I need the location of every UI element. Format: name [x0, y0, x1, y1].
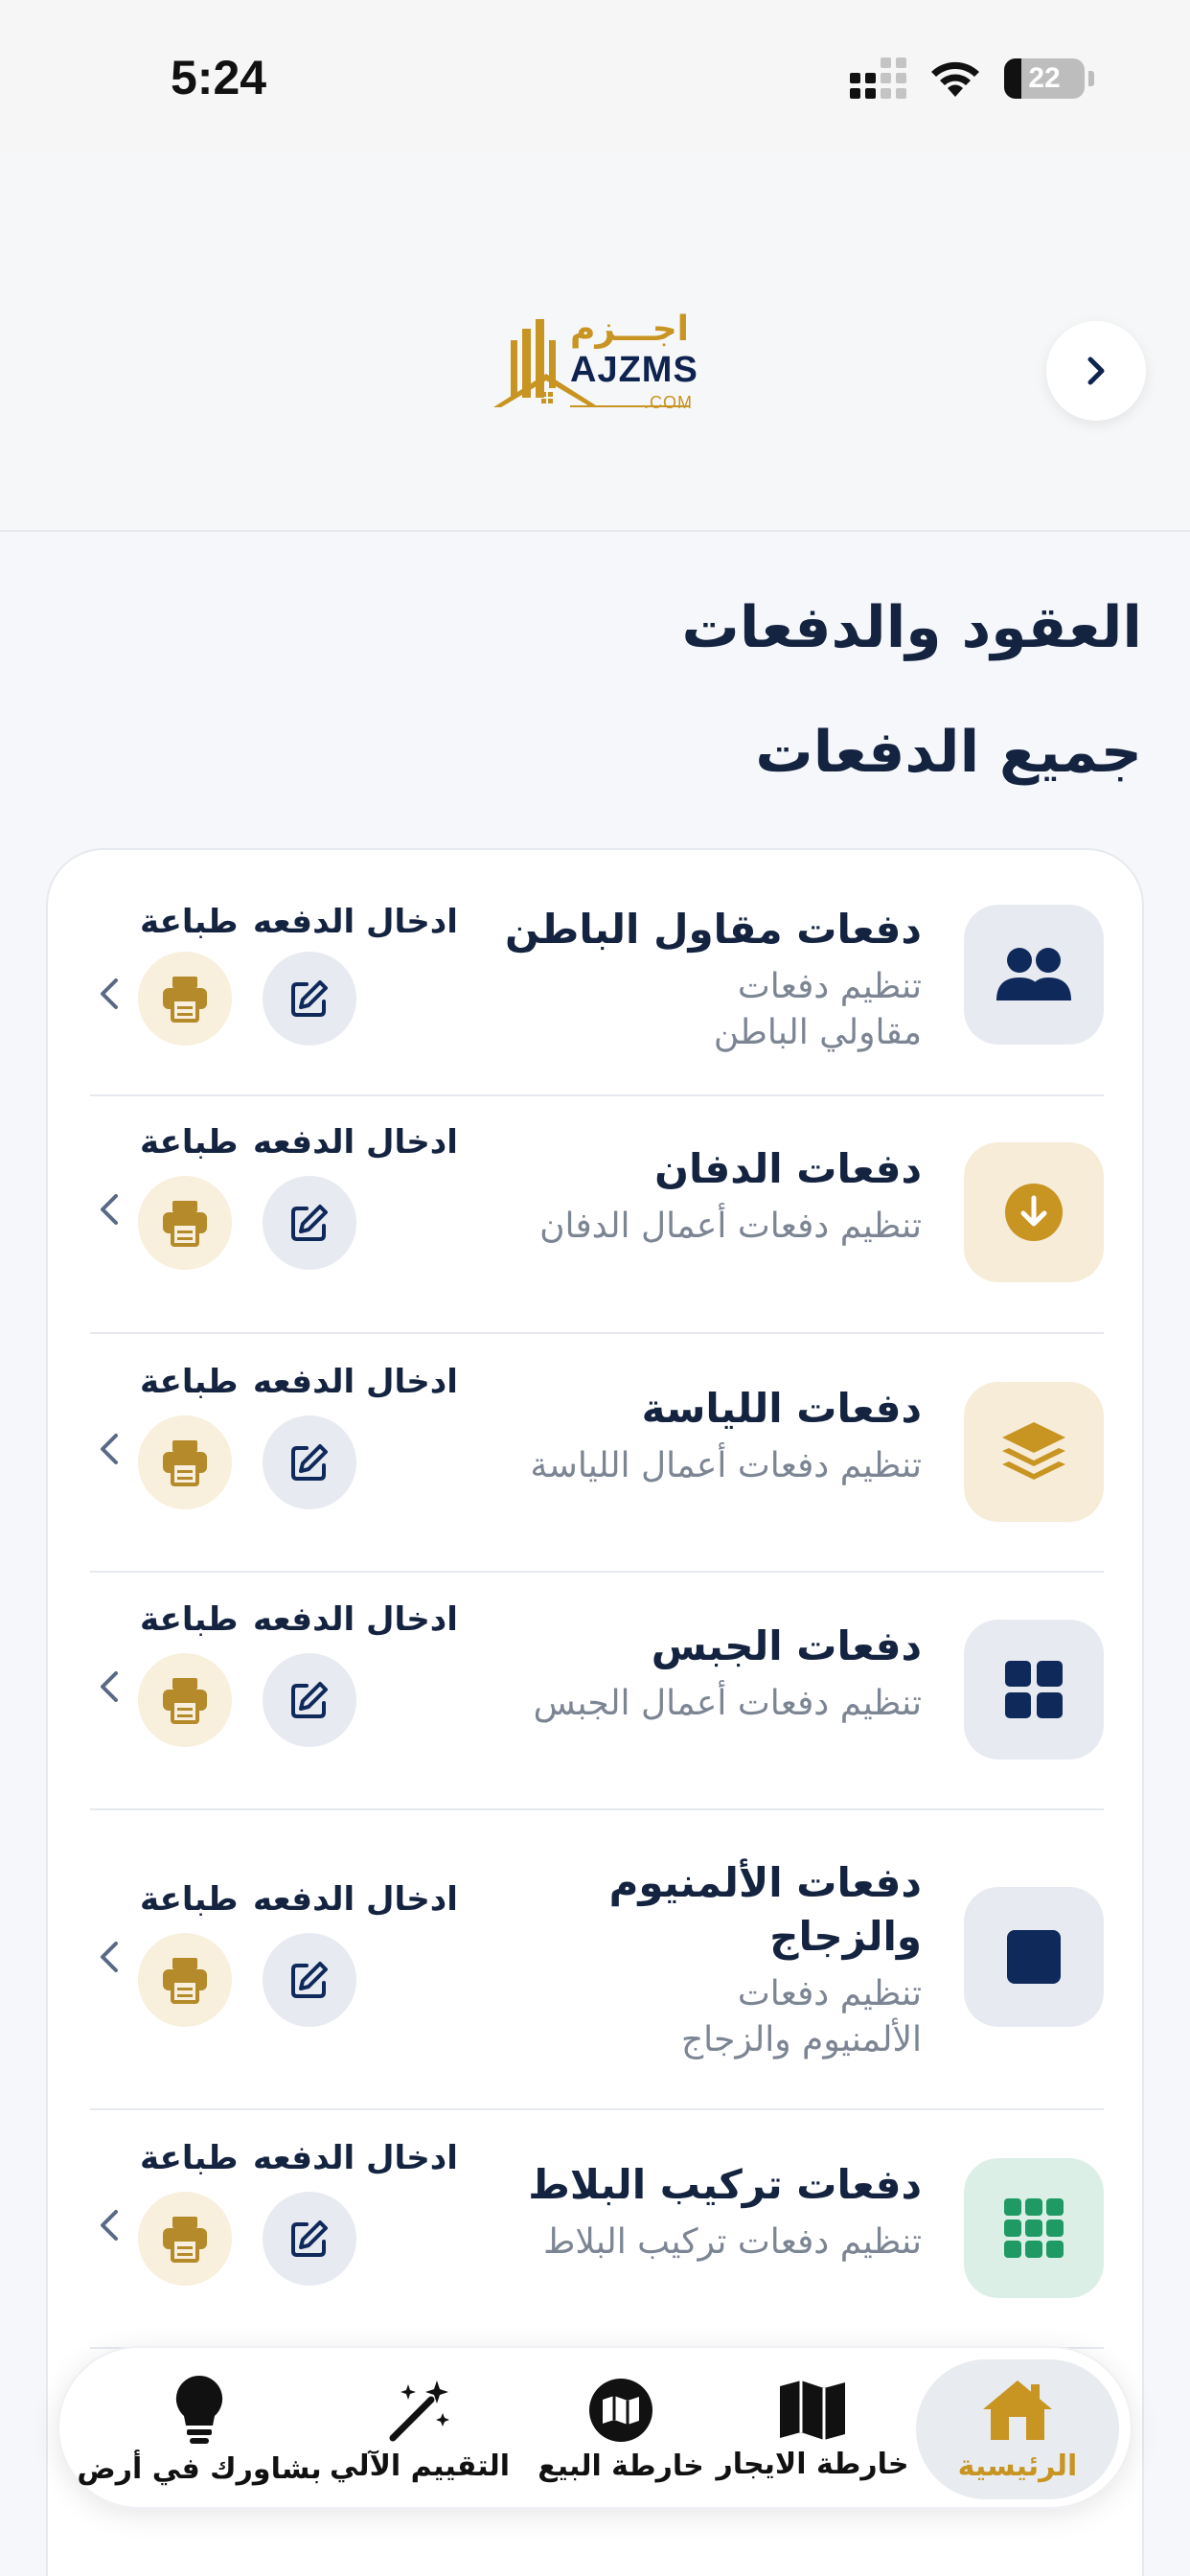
printer-icon — [163, 1678, 207, 1724]
enter-payment-button[interactable] — [263, 1653, 356, 1747]
print-button[interactable] — [138, 1176, 232, 1270]
printer-icon — [163, 1958, 207, 2004]
enter-payment-label: ادخال الدفعه — [253, 1123, 458, 1162]
logo-text-arabic: اجـــزم — [570, 310, 689, 349]
edit-icon — [291, 1444, 328, 1481]
home-icon — [983, 2380, 1052, 2440]
nav-auto-valuation[interactable]: التقييم الآلي — [314, 2348, 525, 2511]
print-button[interactable] — [138, 1653, 232, 1747]
print-label: طباعة — [140, 903, 239, 941]
enter-payment-button[interactable] — [263, 952, 356, 1046]
row-title: دفعات تركيب البلاط — [528, 2161, 922, 2208]
enter-payment-button[interactable] — [263, 1176, 356, 1270]
row-subtitle: تنظيم دفعات أعمال الجبس — [533, 1684, 922, 1723]
row-subtitle: تنظيم دفعات أعمال الدفان — [539, 1207, 922, 1246]
back-button[interactable] — [1046, 321, 1146, 421]
row-title: دفعات الألمنيوم والزجاج — [608, 1859, 922, 1960]
row-title: دفعات اللياسة — [641, 1385, 922, 1432]
print-label: طباعة — [140, 1363, 239, 1401]
edit-icon — [291, 1682, 328, 1718]
magic-wand-icon — [389, 2380, 449, 2441]
grid-3x3-icon — [964, 2158, 1104, 2298]
wifi-icon — [931, 61, 979, 97]
nav-label: خارطة الايجار — [716, 2447, 909, 2481]
edit-icon — [291, 1962, 328, 1998]
download-circle-icon — [964, 1142, 1104, 1282]
enter-payment-label: ادخال الدفعه — [253, 903, 458, 941]
row-title: دفعات الدفان — [654, 1145, 922, 1192]
enter-payment-label: ادخال الدفعه — [253, 2139, 458, 2177]
enter-payment-label: ادخال الدفعه — [253, 1880, 458, 1919]
screen: 5:24 22 اجـــزم AJZMS .COM العقود والدفع… — [0, 0, 1190, 2576]
chevron-left-icon[interactable] — [90, 970, 128, 1018]
enter-payment-label: ادخال الدفعه — [253, 1363, 458, 1401]
print-button[interactable] — [138, 1933, 232, 2027]
nav-rent-map[interactable]: خارطة الايجار — [716, 2348, 909, 2511]
users-icon — [964, 905, 1104, 1045]
map-circle-icon — [589, 2378, 652, 2442]
printer-icon — [163, 1201, 207, 1247]
row-subtitle: تنظيم دفعات تركيب البلاط — [543, 2222, 922, 2262]
list-item[interactable]: دفعات الجبس تنظيم دفعات أعمال الجبس ادخا… — [90, 1600, 1104, 1802]
print-label: طباعة — [140, 1880, 239, 1919]
chevron-right-icon — [1087, 356, 1105, 385]
nav-label: الرئيسية — [957, 2449, 1078, 2483]
payments-list-card: دفعات مقاول الباطن تنظيم دفعات مقاولي ال… — [46, 848, 1144, 2576]
print-label: طباعة — [140, 1123, 239, 1162]
app-header: اجـــزم AJZMS .COM — [0, 153, 1190, 532]
chevron-left-icon[interactable] — [90, 1663, 128, 1711]
nav-land-consult[interactable]: بشاورك في أرض — [77, 2348, 322, 2511]
status-icons: 22 — [850, 58, 1094, 99]
nav-label: التقييم الآلي — [329, 2449, 511, 2483]
logo-text-english: AJZMS — [570, 350, 698, 390]
nav-label: خارطة البيع — [538, 2449, 704, 2483]
enter-payment-label: ادخال الدفعه — [253, 1600, 458, 1639]
page-title: العقود والدفعات — [681, 594, 1142, 661]
edit-icon — [291, 2220, 328, 2257]
printer-icon — [163, 977, 207, 1023]
nav-label: بشاورك في أرض — [77, 2451, 322, 2486]
status-time: 5:24 — [171, 51, 267, 104]
row-subtitle: تنظيم دفعات مقاولي الباطن — [713, 967, 922, 1052]
cellular-signal-icon — [850, 58, 906, 99]
chevron-left-icon[interactable] — [90, 1425, 128, 1473]
print-button[interactable] — [138, 2192, 232, 2286]
list-item[interactable]: دفعات مقاول الباطن تنظيم دفعات مقاولي ال… — [90, 903, 1104, 1094]
battery-icon: 22 — [1004, 58, 1085, 99]
layers-icon — [964, 1382, 1104, 1522]
square-icon — [964, 1887, 1104, 2027]
lightbulb-icon — [175, 2375, 223, 2444]
battery-level: 22 — [1028, 61, 1061, 94]
list-item[interactable]: دفعات الألمنيوم والزجاج تنظيم دفعات الأل… — [90, 1856, 1104, 2096]
row-subtitle: تنظيم دفعات الألمنيوم والزجاج — [680, 1974, 922, 2059]
chevron-left-icon[interactable] — [90, 1185, 128, 1233]
printer-icon — [163, 1440, 207, 1486]
chevron-left-icon[interactable] — [90, 2201, 128, 2249]
enter-payment-button[interactable] — [263, 1933, 356, 2027]
print-button[interactable] — [138, 1415, 232, 1509]
list-item[interactable]: دفعات تركيب البلاط تنظيم دفعات تركيب الب… — [90, 2139, 1104, 2340]
bottom-navigation: الرئيسية خارطة الايجار خارطة البيع التقي… — [57, 2346, 1133, 2509]
nav-sale-map[interactable]: خارطة البيع — [525, 2348, 717, 2511]
printer-icon — [163, 2217, 207, 2263]
chevron-left-icon[interactable] — [90, 1933, 128, 1981]
row-subtitle: تنظيم دفعات أعمال اللياسة — [530, 1446, 922, 1485]
row-title: دفعات مقاول الباطن — [505, 906, 922, 953]
print-button[interactable] — [138, 952, 232, 1046]
edit-icon — [291, 980, 328, 1017]
logo-text-domain: .COM — [644, 393, 693, 412]
row-title: دفعات الجبس — [651, 1622, 922, 1669]
enter-payment-button[interactable] — [263, 2192, 356, 2286]
map-icon — [780, 2380, 845, 2440]
print-label: طباعة — [140, 2139, 239, 2177]
print-label: طباعة — [140, 1600, 239, 1639]
list-item[interactable]: دفعات اللياسة تنظيم دفعات أعمال اللياسة … — [90, 1363, 1104, 1564]
list-item[interactable]: دفعات الدفان تنظيم دفعات أعمال الدفان اد… — [90, 1123, 1104, 1324]
edit-icon — [291, 1205, 328, 1241]
status-bar: 5:24 22 — [0, 0, 1190, 153]
enter-payment-button[interactable] — [263, 1415, 356, 1509]
grid-2x2-icon — [964, 1620, 1104, 1760]
nav-home[interactable]: الرئيسية — [916, 2359, 1119, 2499]
section-title: جميع الدفعات — [755, 719, 1142, 786]
